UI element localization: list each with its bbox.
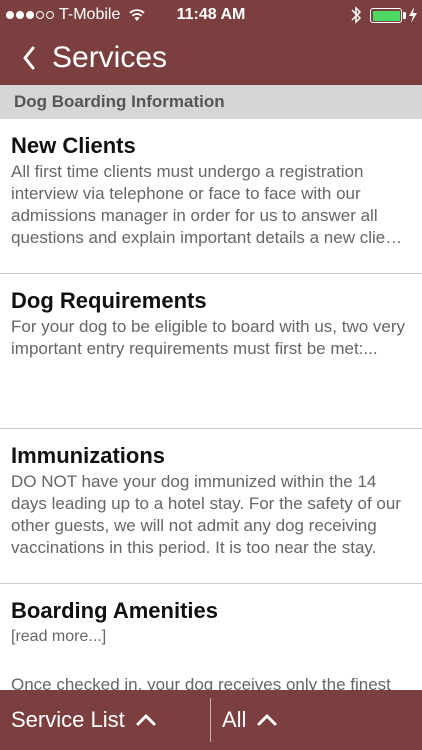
item-description: Once checked in, your dog receives only … xyxy=(11,675,391,690)
item-title: Boarding Amenities xyxy=(11,598,218,623)
item-title: Immunizations xyxy=(11,443,166,468)
chevron-up-icon xyxy=(257,714,277,726)
navigation-bar: Services xyxy=(0,30,422,85)
bluetooth-icon xyxy=(351,6,362,24)
bottom-toolbar: Service List All xyxy=(0,690,422,750)
item-description: DO NOT have your dog immunized within th… xyxy=(11,472,401,557)
read-more-link[interactable]: [read more...] xyxy=(11,626,410,648)
item-title: Dog Requirements xyxy=(11,288,207,313)
charging-icon xyxy=(409,7,417,23)
list-item-boarding-amenities[interactable]: Boarding Amenities [read more...] Once c… xyxy=(0,584,422,690)
service-list-label: Service List xyxy=(11,707,125,732)
toolbar-divider xyxy=(210,698,211,742)
item-title: New Clients xyxy=(11,133,136,158)
service-list-button[interactable]: Service List xyxy=(0,690,210,750)
back-button[interactable]: Services xyxy=(0,30,167,85)
all-filter-label: All xyxy=(222,707,247,732)
chevron-left-icon xyxy=(23,46,35,69)
section-header: Dog Boarding Information xyxy=(0,85,422,119)
list-item-new-clients[interactable]: New Clients All first time clients must … xyxy=(0,119,422,274)
list-item-immunizations[interactable]: Immunizations DO NOT have your dog immun… xyxy=(0,429,422,584)
all-filter-button[interactable]: All xyxy=(211,690,277,750)
battery-icon xyxy=(370,8,402,23)
item-description: For your dog to be eligible to board wit… xyxy=(11,317,406,358)
service-list[interactable]: New Clients All first time clients must … xyxy=(0,119,422,690)
status-bar: T-Mobile 11:48 AM xyxy=(0,0,422,30)
page-title: Services xyxy=(52,40,168,74)
list-item-dog-requirements[interactable]: Dog Requirements For your dog to be elig… xyxy=(0,274,422,429)
battery-tip xyxy=(403,12,406,19)
item-description: All first time clients must undergo a re… xyxy=(11,162,400,247)
chevron-up-icon xyxy=(136,714,156,726)
